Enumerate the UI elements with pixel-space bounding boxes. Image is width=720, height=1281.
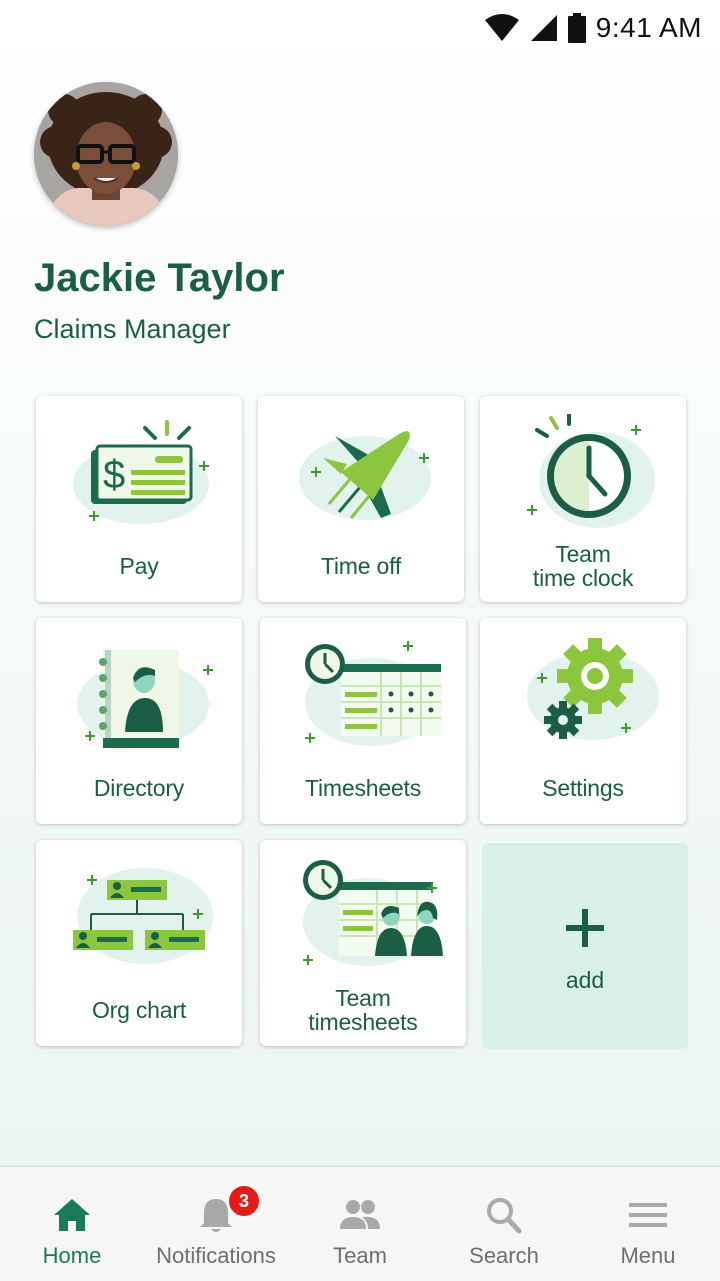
user-role: Claims Manager [34, 314, 231, 344]
team-timesheet-icon [303, 860, 443, 966]
tile-pay[interactable]: $ Pay [36, 396, 242, 602]
nav-label: Search [469, 1243, 539, 1268]
bottom-nav: Home 3 Notifications Team Search Menu [0, 1166, 720, 1281]
tile-label-line: timesheets [308, 1009, 418, 1035]
tile-label-line: Team [335, 985, 391, 1011]
tile-label: Settings [542, 775, 624, 801]
tile-org-chart[interactable]: Org chart [36, 840, 242, 1046]
people-icon [340, 1200, 380, 1229]
tile-team-timesheets[interactable]: Team timesheets [260, 840, 466, 1046]
tile-label: Timesheets [304, 775, 422, 801]
tile-time-off[interactable]: Time off [258, 396, 464, 602]
wifi-icon [484, 14, 519, 41]
home-icon [54, 1199, 90, 1231]
directory-book-icon [77, 650, 213, 748]
tile-label: Directory [93, 775, 185, 801]
nav-home[interactable]: Home [0, 1167, 144, 1281]
tile-label-line: time clock [532, 565, 634, 591]
nav-menu[interactable]: Menu [576, 1167, 720, 1281]
airplane-icon [299, 431, 431, 520]
nav-label: Team [333, 1243, 387, 1268]
battery-icon [567, 13, 586, 43]
tile-label: Org chart [91, 997, 187, 1023]
tile-label: Pay [119, 553, 159, 579]
tile-settings[interactable]: Settings [480, 618, 686, 824]
org-chart-icon [73, 868, 213, 964]
search-icon [487, 1198, 522, 1234]
avatar[interactable] [34, 82, 178, 226]
user-name: Jackie Taylor [34, 256, 285, 300]
svg-text:$: $ [103, 453, 125, 497]
timesheet-calendar-icon [305, 641, 441, 746]
add-tile-button[interactable]: add [482, 843, 688, 1049]
cell-signal-icon [530, 15, 557, 41]
nav-search[interactable]: Search [432, 1167, 576, 1281]
hamburger-menu-icon [629, 1203, 667, 1227]
tile-label: Time off [320, 553, 402, 579]
tile-label: Team time clock [480, 542, 686, 590]
add-label: add [565, 967, 605, 993]
notification-badge: 3 [227, 1184, 261, 1218]
profile-photo [34, 82, 178, 226]
tile-label: Team timesheets [260, 986, 466, 1034]
tile-directory[interactable]: Directory [36, 618, 242, 824]
nav-label: Home [42, 1243, 102, 1268]
status-icons: 9:41 AM [484, 8, 702, 48]
nav-label: Menu [620, 1243, 676, 1268]
gear-icon [527, 638, 659, 740]
nav-notifications[interactable]: 3 Notifications [144, 1167, 288, 1281]
status-time: 9:41 AM [595, 12, 702, 43]
nav-label: Notifications [156, 1243, 276, 1268]
nav-team[interactable]: Team [288, 1167, 432, 1281]
clock-icon [527, 414, 655, 528]
pay-check-icon: $ [73, 420, 209, 524]
tile-label-line: Team [555, 541, 611, 567]
plus-icon [566, 909, 604, 947]
status-bar: 9:41 AM [0, 0, 720, 56]
tile-team-time-clock[interactable]: Team time clock [480, 396, 686, 602]
tile-timesheets[interactable]: Timesheets [260, 618, 466, 824]
